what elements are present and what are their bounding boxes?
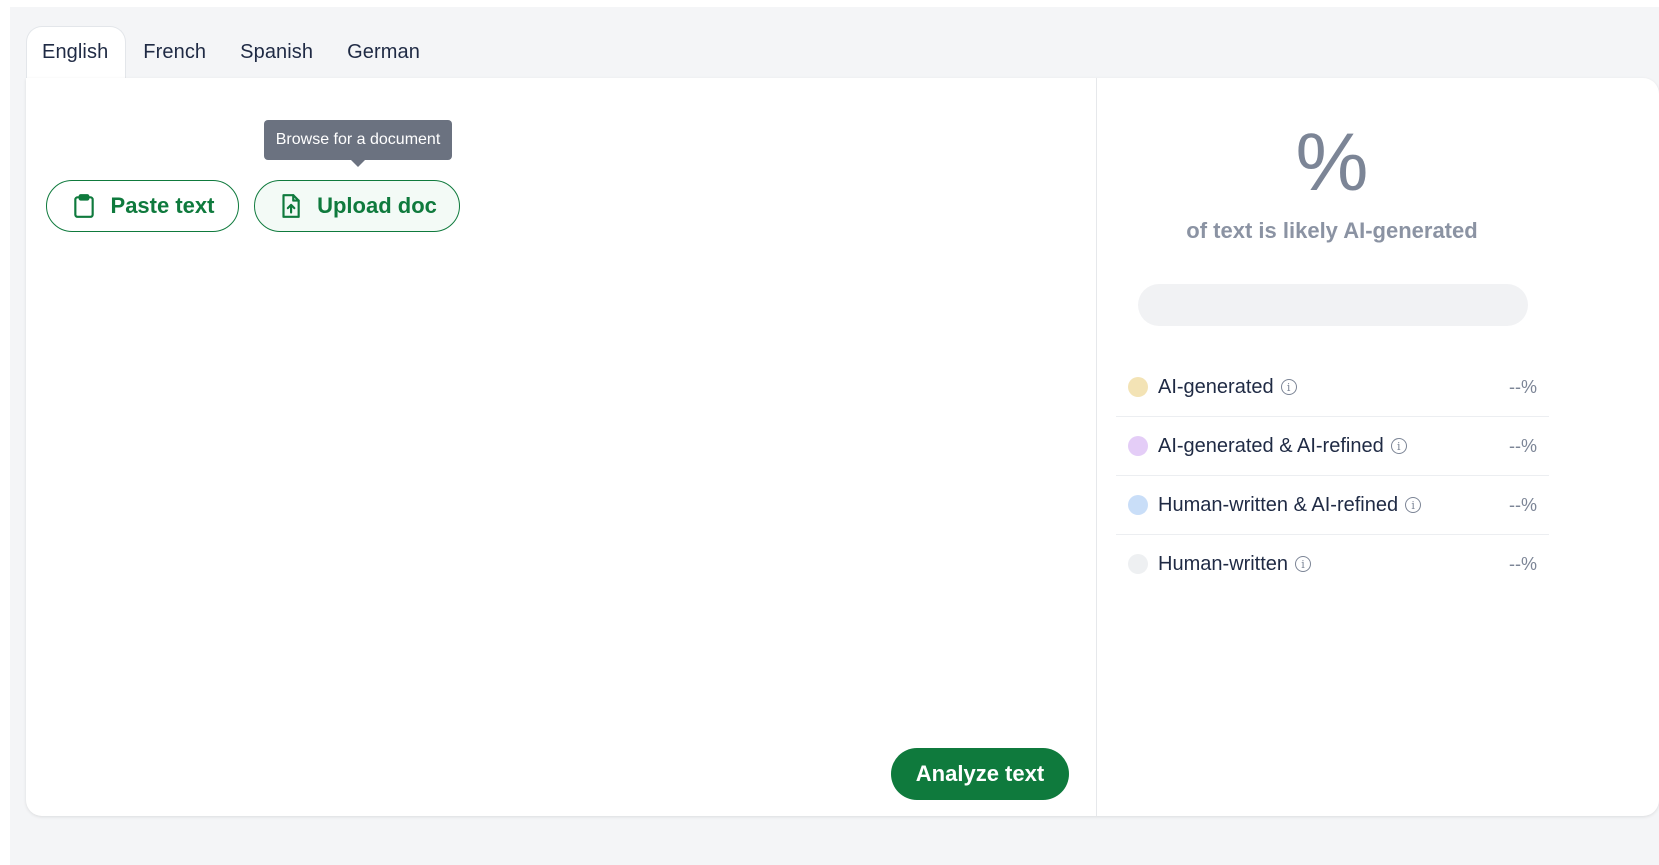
legend-dot	[1128, 495, 1148, 515]
legend-row-ai-generated-ai-refined: AI-generated & AI-refined i --%	[1116, 417, 1549, 476]
upload-doc-label: Upload doc	[317, 193, 437, 218]
paste-text-label: Paste text	[110, 193, 215, 218]
ai-percent-bar	[1138, 284, 1528, 326]
legend-label: Human-written & AI-refined	[1158, 493, 1399, 516]
legend-value: --%	[1509, 435, 1537, 456]
legend-row-human-written: Human-written i --%	[1116, 535, 1549, 593]
ai-percent-value: %	[1295, 117, 1369, 208]
results-legend: AI-generated i --% AI-generated & AI-ref…	[1116, 358, 1549, 593]
info-icon[interactable]: i	[1405, 497, 1422, 513]
clipboard-icon	[73, 194, 94, 218]
info-icon[interactable]: i	[1280, 379, 1297, 395]
legend-value: --%	[1509, 494, 1537, 515]
file-upload-icon	[282, 194, 300, 218]
legend-row-ai-generated: AI-generated i --%	[1116, 358, 1549, 417]
ai-percent-caption: of text is likely AI-generated	[1186, 218, 1478, 243]
legend-label: AI-generated & AI-refined	[1158, 434, 1384, 457]
tab-german[interactable]: German	[330, 26, 437, 78]
paste-text-button[interactable]: Paste text	[46, 180, 239, 232]
legend-value: --%	[1509, 376, 1537, 397]
upload-tooltip: Browse for a document	[264, 120, 452, 167]
tab-spanish[interactable]: Spanish	[223, 26, 330, 78]
legend-row-human-written-ai-refined: Human-written & AI-refined i --%	[1116, 476, 1549, 535]
analyze-text-button[interactable]: Analyze text	[891, 748, 1069, 800]
language-tabs: English French Spanish German	[26, 26, 437, 78]
upload-doc-button[interactable]: Upload doc	[254, 180, 460, 232]
legend-dot	[1128, 554, 1148, 574]
tab-english[interactable]: English	[26, 26, 127, 78]
legend-label: Human-written	[1158, 552, 1289, 575]
legend-value: --%	[1509, 553, 1537, 574]
legend-dot	[1128, 377, 1148, 397]
tab-french[interactable]: French	[126, 26, 223, 78]
info-icon[interactable]: i	[1390, 438, 1407, 454]
legend-label: AI-generated	[1158, 375, 1274, 398]
info-icon[interactable]: i	[1295, 556, 1312, 572]
legend-dot	[1128, 436, 1148, 456]
